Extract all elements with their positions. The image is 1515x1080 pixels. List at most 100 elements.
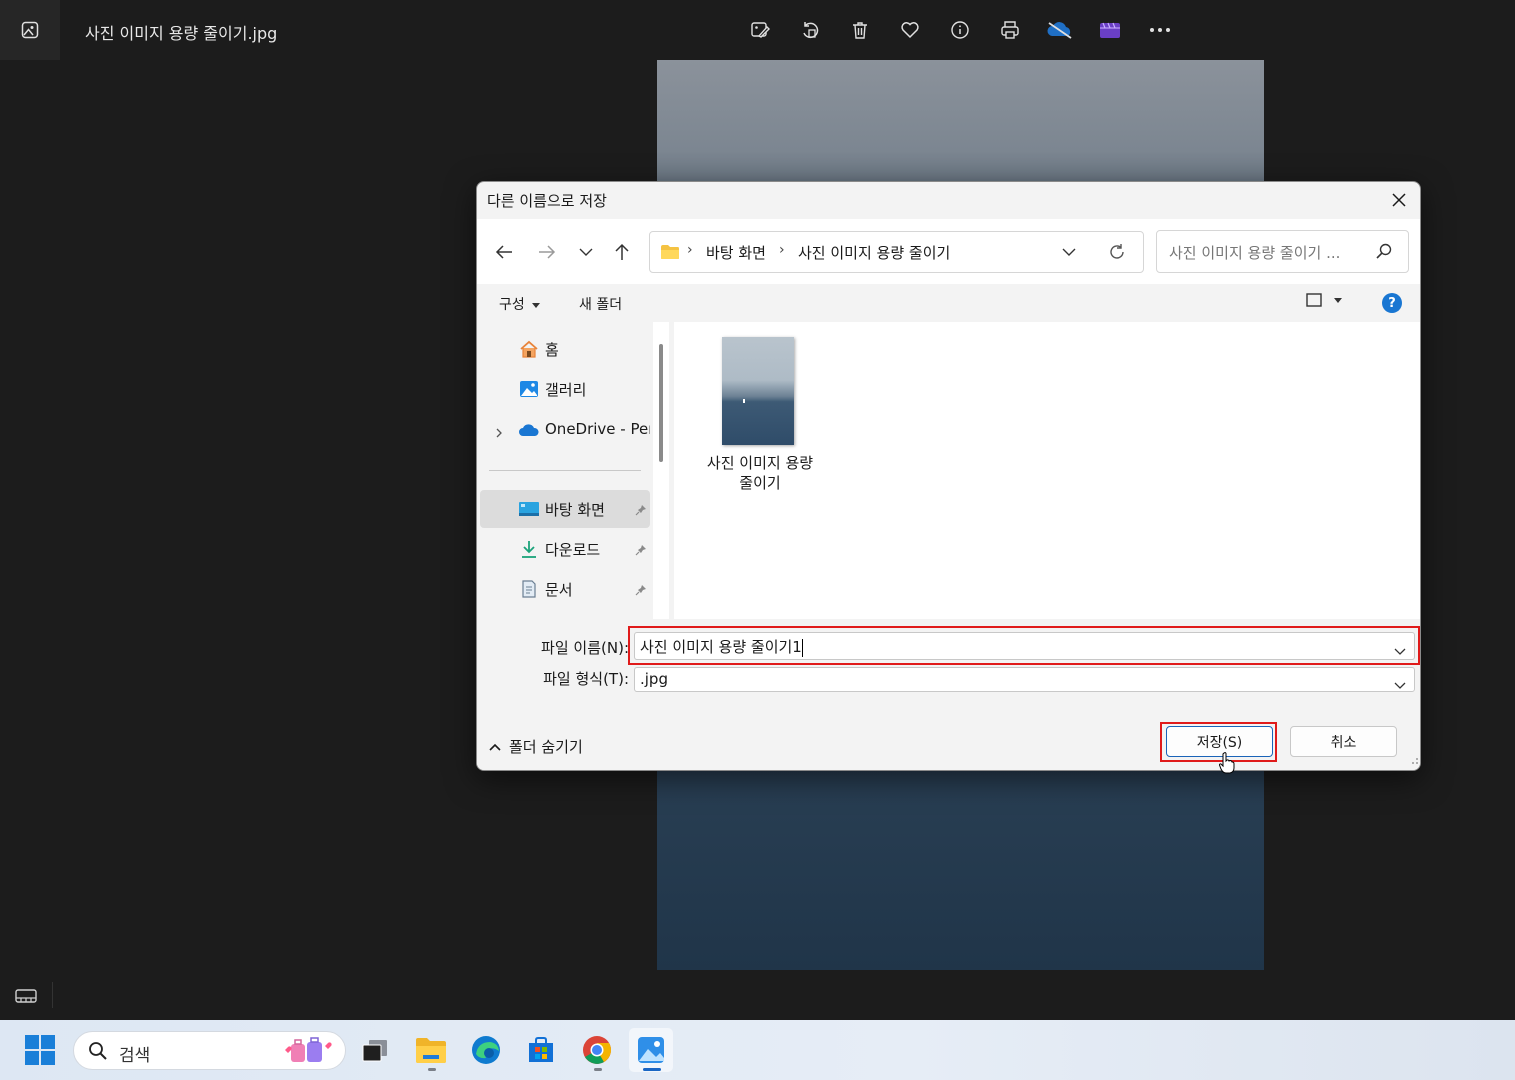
chevron-up-icon: [489, 743, 501, 751]
favorite-icon[interactable]: [885, 10, 935, 50]
pin-icon: [635, 501, 647, 520]
file-fields: 파일 이름(N): 사진 이미지 용량 줄이기1 파일 형식(T): .jpg: [477, 619, 1420, 703]
delete-icon[interactable]: [835, 10, 885, 50]
navigation-scrollbar[interactable]: [659, 344, 663, 462]
filetype-dropdown-chevron-icon[interactable]: [1394, 675, 1406, 694]
nav-label: 홈: [545, 341, 559, 359]
file-thumbnail: [722, 337, 794, 445]
filmstrip-icon[interactable]: [8, 985, 44, 1007]
hand-cursor-icon: [1218, 752, 1235, 778]
command-bar: 구성 새 폴더 ?: [477, 284, 1420, 322]
search-input[interactable]: 사진 이미지 용량 줄이기 ...: [1169, 242, 1340, 263]
file-name-line: 줄이기: [739, 474, 781, 492]
thumbnail-sailboat: [743, 399, 745, 403]
clipchamp-icon[interactable]: [1085, 10, 1135, 50]
running-indicator: [428, 1068, 436, 1071]
divider: [52, 982, 53, 1008]
resize-grip-icon[interactable]: [1409, 750, 1419, 769]
taskbar-search[interactable]: 검색: [73, 1031, 346, 1070]
back-arrow-icon[interactable]: [489, 239, 519, 265]
onedrive-icon[interactable]: [1035, 10, 1085, 50]
nav-item-onedrive[interactable]: OneDrive - Pers: [480, 411, 650, 449]
pin-icon: [635, 541, 647, 560]
photos-app-icon: [0, 0, 60, 60]
search-box[interactable]: 사진 이미지 용량 줄이기 ...: [1156, 230, 1409, 273]
nav-item-downloads[interactable]: 다운로드: [480, 530, 650, 568]
new-folder-button[interactable]: 새 폴더: [579, 294, 622, 314]
nav-label: 문서: [545, 581, 573, 599]
more-icon[interactable]: [1135, 10, 1185, 50]
dialog-title: 다른 이름으로 저장: [487, 192, 607, 210]
windows-taskbar: 검색: [0, 1020, 1515, 1080]
navigation-pane: 홈 갤러리 OneDrive - Pers: [477, 322, 653, 619]
organize-button[interactable]: 구성: [499, 294, 541, 314]
nav-divider: [489, 470, 641, 471]
print-icon[interactable]: [985, 10, 1035, 50]
dialog-content: 홈 갤러리 OneDrive - Pers: [477, 322, 1420, 619]
photos-toolbar: [735, 10, 1185, 50]
edit-image-icon[interactable]: [735, 10, 785, 50]
filetype-value: .jpg: [640, 670, 668, 688]
rotate-icon[interactable]: [785, 10, 835, 50]
download-icon: [518, 539, 540, 559]
dropdown-caret-icon: [1334, 297, 1342, 303]
pane-splitter[interactable]: [669, 322, 674, 619]
forward-arrow-icon[interactable]: [532, 239, 562, 265]
folder-icon: [660, 244, 680, 264]
search-highlight-luggage-icon: [285, 1037, 332, 1062]
taskbar-search-input[interactable]: 검색: [119, 1041, 150, 1066]
breadcrumb-separator: ›: [779, 242, 785, 258]
app-title: 사진 이미지 용량 줄이기.jpg: [85, 24, 278, 43]
breadcrumb-current-folder[interactable]: 사진 이미지 용량 줄이기: [798, 242, 950, 263]
close-icon[interactable]: [1384, 186, 1414, 214]
up-arrow-icon[interactable]: [607, 239, 637, 265]
nav-label: 바탕 화면: [545, 501, 605, 519]
address-bar[interactable]: › 바탕 화면 › 사진 이미지 용량 줄이기: [649, 231, 1144, 273]
photos-topbar: 사진 이미지 용량 줄이기.jpg: [0, 0, 1515, 60]
help-icon[interactable]: ?: [1382, 293, 1402, 313]
home-icon: [518, 339, 540, 359]
running-indicator: [594, 1068, 602, 1071]
photos-bottombar: [0, 970, 1515, 1020]
dropdown-caret-icon: [532, 302, 541, 308]
cancel-button[interactable]: 취소: [1290, 726, 1397, 757]
highlight-frame-filename: [628, 626, 1420, 665]
navigation-row: › 바탕 화면 › 사진 이미지 용량 줄이기 사진 이미지 용량 줄이기 ..…: [477, 219, 1420, 284]
onedrive-cloud-icon: [518, 420, 540, 440]
microsoft-store-icon[interactable]: [519, 1028, 563, 1072]
active-indicator: [643, 1068, 661, 1071]
view-icon: [1306, 293, 1322, 307]
nav-label: OneDrive - Pers: [545, 420, 650, 438]
pin-icon: [635, 581, 647, 600]
expand-chevron-icon[interactable]: [496, 423, 502, 442]
hide-folders-label: 폴더 숨기기: [509, 738, 583, 756]
file-name-label: 사진 이미지 용량 줄이기: [699, 453, 821, 493]
address-dropdown-chevron-icon[interactable]: [1062, 244, 1076, 263]
nav-item-documents[interactable]: 문서: [480, 570, 650, 608]
filename-label: 파일 이름(N):: [541, 639, 629, 657]
search-icon[interactable]: [1376, 243, 1392, 263]
view-options-button[interactable]: [1306, 293, 1342, 307]
dialog-footer: 폴더 숨기기 저장(S) 취소: [477, 703, 1420, 770]
organize-label: 구성: [499, 297, 525, 313]
chrome-browser-icon[interactable]: [575, 1028, 619, 1072]
desktop-icon: [518, 499, 540, 519]
windows-start-icon[interactable]: [24, 1034, 56, 1070]
nav-item-desktop[interactable]: 바탕 화면: [480, 490, 650, 528]
recent-locations-chevron-icon[interactable]: [571, 239, 601, 265]
filetype-select[interactable]: .jpg: [634, 667, 1415, 692]
photos-app-taskbar-icon[interactable]: [629, 1028, 673, 1072]
breadcrumb-desktop[interactable]: 바탕 화면: [706, 242, 766, 263]
refresh-icon[interactable]: [1108, 243, 1126, 265]
file-name-line: 사진 이미지 용량: [706, 454, 814, 472]
info-icon[interactable]: [935, 10, 985, 50]
nav-label: 갤러리: [545, 381, 587, 399]
file-explorer-icon[interactable]: [409, 1028, 453, 1072]
nav-item-gallery[interactable]: 갤러리: [480, 370, 650, 408]
hide-folders-toggle[interactable]: 폴더 숨기기: [489, 736, 583, 757]
save-as-dialog: 다른 이름으로 저장 › 바탕 화면 › 사진 이미지 용량 줄이기 사진 이미…: [476, 181, 1421, 771]
nav-item-home[interactable]: 홈: [480, 330, 650, 368]
task-view-icon[interactable]: [353, 1028, 397, 1072]
document-icon: [518, 579, 540, 599]
edge-browser-icon[interactable]: [464, 1028, 508, 1072]
